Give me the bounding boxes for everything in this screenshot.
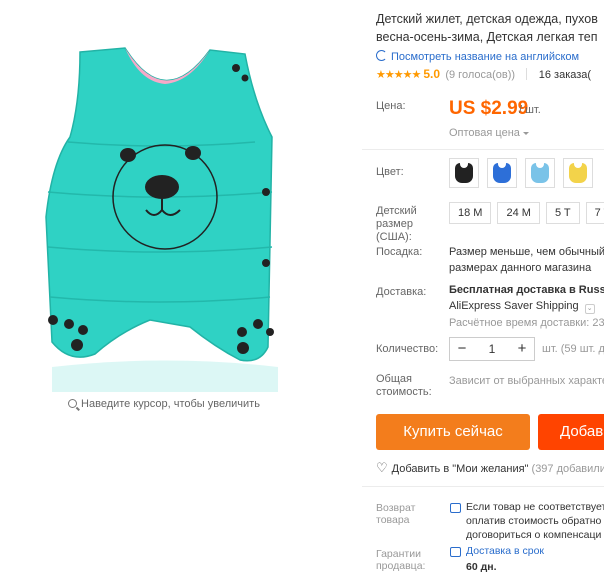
- quantity-label: Количество:: [376, 343, 439, 355]
- caret-down-icon: [522, 132, 529, 138]
- magnifier-icon: [68, 399, 78, 408]
- price-value: US $2.99: [449, 98, 529, 119]
- color-swatch-black[interactable]: [449, 158, 479, 188]
- translate-icon: [376, 50, 387, 61]
- price-label: Цена:: [376, 100, 406, 112]
- return-policy-line3: договориться о компенсаци: [466, 529, 602, 541]
- total-label-line1: Общая: [376, 373, 412, 385]
- rating-row: ★★★★★ 5.0 (9 голоса(ов)) 16 заказа(: [376, 67, 591, 81]
- return-policy-line1: Если товар не соответствует: [466, 501, 604, 513]
- zoom-hint: Наведите курсор, чтобы увеличить: [0, 398, 328, 410]
- color-swatches: [449, 158, 593, 188]
- wholesale-price-dropdown[interactable]: Оптовая цена: [449, 127, 529, 139]
- quantity-input[interactable]: 1: [474, 342, 510, 356]
- vest-thumbnail-icon: [569, 163, 587, 183]
- delivery-truck-icon: [450, 547, 461, 557]
- wishlist-count: (397 добавили: [531, 463, 604, 475]
- shipping-label: Доставка:: [376, 286, 427, 298]
- return-label-line1: Возврат: [376, 502, 416, 514]
- heart-icon: ♡: [376, 460, 388, 475]
- add-to-wishlist-link[interactable]: ♡ Добавить в "Мои желания" (397 добавили: [376, 460, 604, 476]
- shipping-destination: Бесплатная доставка в Russia: [449, 284, 604, 296]
- product-title-line2: весна-осень-зима, Детская легкая теп: [376, 30, 598, 44]
- chevron-down-icon: ⌄: [584, 304, 595, 314]
- return-label-line2: товара: [376, 514, 410, 526]
- zoom-hint-text: Наведите курсор, чтобы увеличить: [81, 398, 260, 410]
- wishlist-text: Добавить в "Мои желания": [391, 463, 529, 475]
- color-swatch-light-blue[interactable]: [525, 158, 555, 188]
- translate-title-link[interactable]: Посмотреть название на английском: [376, 50, 579, 63]
- rating-stars-icon: ★★★★★: [376, 69, 421, 81]
- rating-votes-link[interactable]: (9 голоса(ов)): [445, 69, 515, 81]
- quantity-increase-button[interactable]: +: [510, 338, 534, 360]
- color-swatch-yellow[interactable]: [563, 158, 593, 188]
- add-to-cart-button[interactable]: Добав: [538, 414, 604, 450]
- shipping-method-text: AliExpress Saver Shipping: [449, 300, 579, 312]
- rating-score: 5.0: [423, 67, 440, 81]
- product-image[interactable]: [40, 42, 290, 392]
- color-swatch-blue[interactable]: [487, 158, 517, 188]
- return-policy-line2: оплатив стоимость обратно: [466, 515, 602, 527]
- quantity-decrease-button[interactable]: −: [450, 338, 474, 360]
- divider: [362, 486, 604, 487]
- shipping-estimate: Расчётное время доставки: 23-: [449, 317, 604, 329]
- divider: [526, 68, 528, 80]
- product-title: Детский жилет, детская одежда, пухов вес…: [376, 10, 604, 46]
- on-time-delivery-days: 60 дн.: [466, 561, 497, 573]
- size-options: 18 M 24 M 5 T 7 T: [449, 202, 604, 224]
- seller-guarantee-label-line2: продавца:: [376, 560, 426, 572]
- size-label: Детский размер (США):: [376, 205, 417, 243]
- product-gallery: Наведите курсор, чтобы увеличить: [0, 0, 364, 588]
- total-label: Общая стоимость:: [376, 373, 432, 399]
- size-option-24m[interactable]: 24 M: [497, 202, 540, 224]
- translate-link-text: Посмотреть название на английском: [391, 51, 580, 63]
- color-label: Цвет:: [376, 166, 404, 178]
- product-title-line1: Детский жилет, детская одежда, пухов: [376, 12, 598, 26]
- divider: [362, 149, 604, 150]
- fit-text-line2: размерах данного магазина: [449, 262, 592, 274]
- size-option-7t[interactable]: 7 T: [585, 202, 604, 224]
- size-option-5t[interactable]: 5 T: [545, 202, 580, 224]
- seller-guarantee-label-line1: Гарантии: [376, 548, 421, 560]
- fit-label: Посадка:: [376, 246, 423, 258]
- on-time-delivery-text: Доставка в срок: [466, 545, 545, 557]
- total-label-line2: стоимость:: [376, 386, 432, 398]
- wholesale-label: Оптовая цена: [449, 127, 520, 139]
- price-unit: / шт.: [519, 104, 541, 116]
- vest-thumbnail-icon: [493, 163, 511, 183]
- quantity-stepper: − 1 +: [449, 337, 535, 361]
- size-option-18m[interactable]: 18 M: [449, 202, 492, 224]
- shipping-method-select[interactable]: AliExpress Saver Shipping ⌄: [449, 298, 595, 314]
- buy-now-button[interactable]: Купить сейчас: [376, 414, 530, 450]
- quantity-available: шт. (59 шт. д: [542, 343, 604, 355]
- vest-thumbnail-icon: [531, 163, 549, 183]
- return-label: Возврат товара: [376, 502, 415, 526]
- vest-thumbnail-icon: [455, 163, 473, 183]
- seller-guarantee-label: Гарантии продавца:: [376, 548, 425, 572]
- product-info-panel: Детский жилет, детская одежда, пухов вес…: [362, 0, 604, 588]
- orders-count: 16 заказа(: [538, 69, 592, 81]
- fit-text-line1: Размер меньше, чем обычный.: [449, 246, 604, 258]
- total-value: Зависит от выбранных характер: [449, 375, 604, 387]
- return-policy-icon: [450, 503, 461, 513]
